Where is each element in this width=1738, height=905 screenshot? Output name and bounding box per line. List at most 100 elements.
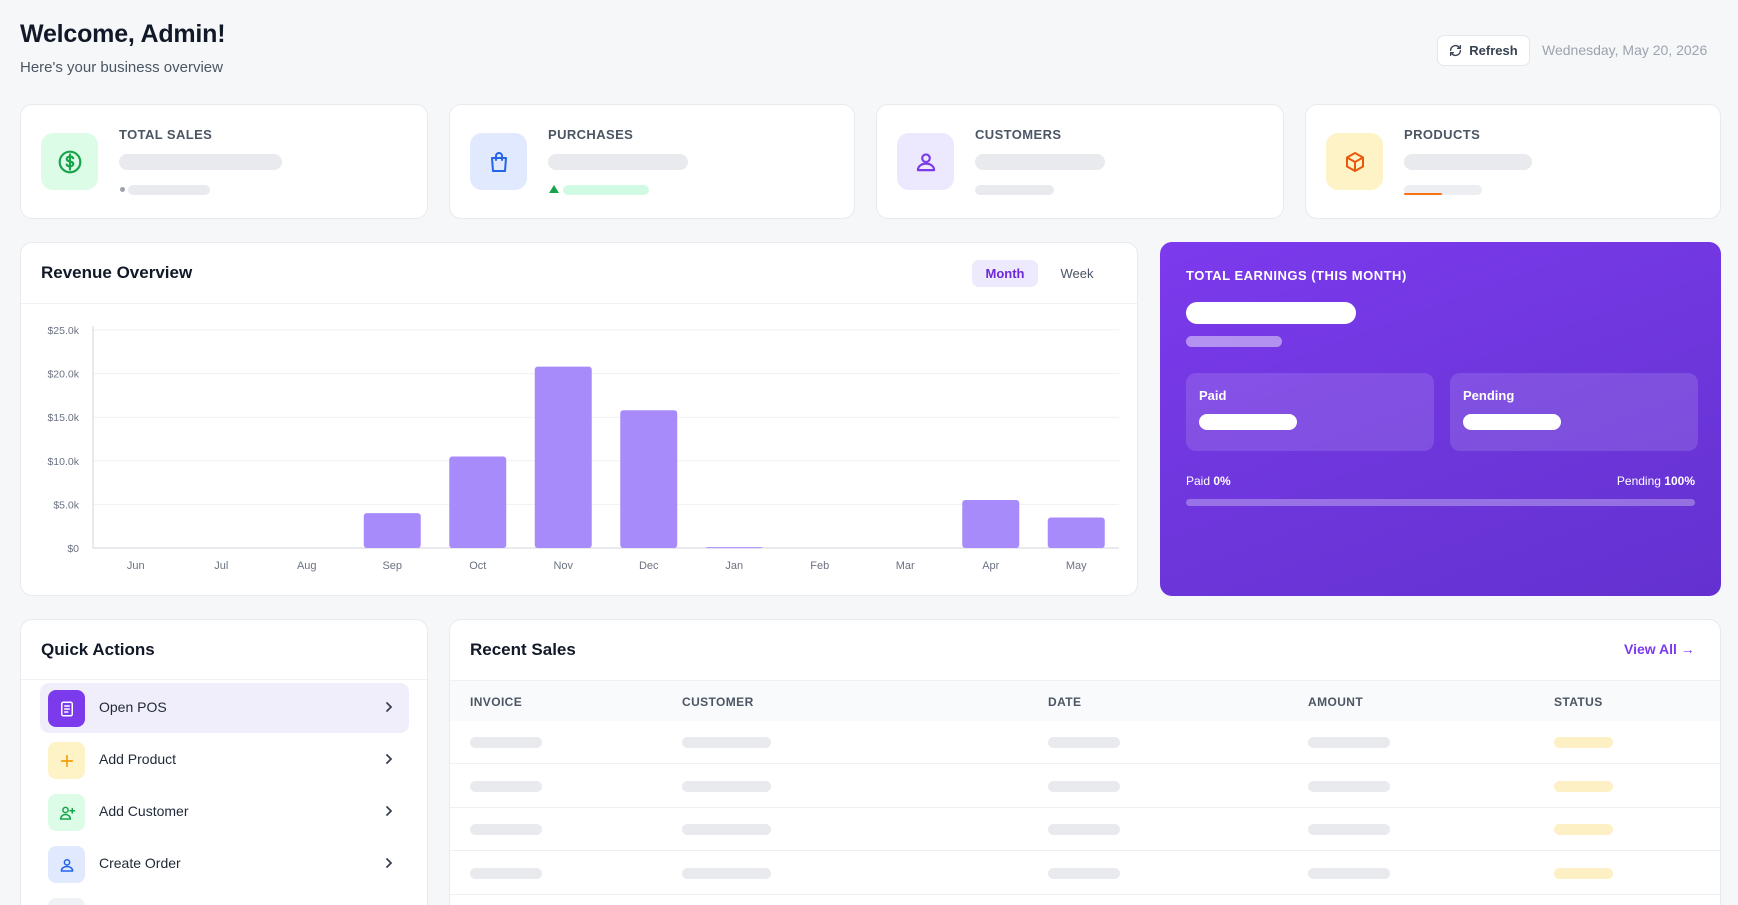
pending-percent-label: Pending 100% xyxy=(1617,474,1695,488)
page-subtitle: Here's your business overview xyxy=(20,59,223,76)
x-tick-label: Apr xyxy=(982,560,999,572)
pending-percent-text: Pending xyxy=(1616,474,1661,488)
cell-placeholder xyxy=(470,824,542,835)
x-tick-label: Mar xyxy=(896,560,915,572)
column-header-status[interactable]: STATUS xyxy=(1554,695,1603,709)
x-tick-label: Oct xyxy=(469,560,486,572)
recent-sales-card: Recent Sales View All → INVOICE CUSTOMER… xyxy=(449,619,1721,905)
stat-label: CUSTOMERS xyxy=(975,127,1062,142)
quick-actions-card: Quick Actions Open POS Add Product Add C… xyxy=(20,619,428,905)
stat-trend-placeholder xyxy=(563,185,649,195)
table-row[interactable] xyxy=(450,852,1720,895)
y-tick-label: $20.0k xyxy=(47,369,79,381)
cell-placeholder xyxy=(1554,737,1613,748)
paid-label: Paid xyxy=(1199,388,1227,403)
x-tick-label: Aug xyxy=(297,560,317,572)
quick-action-open-pos[interactable]: Open POS xyxy=(40,683,409,733)
cell-placeholder xyxy=(1048,737,1120,748)
pos-icon xyxy=(48,690,85,727)
refresh-button[interactable]: Refresh xyxy=(1437,35,1530,66)
cell-placeholder xyxy=(682,780,771,792)
quick-action-add-product[interactable]: Add Product xyxy=(40,735,409,785)
paid-value-placeholder xyxy=(1199,414,1297,430)
revenue-bar xyxy=(620,410,678,548)
table-row[interactable] xyxy=(450,765,1720,808)
revenue-bar xyxy=(705,547,763,549)
cell-placeholder xyxy=(1308,867,1390,879)
column-header-amount[interactable]: AMOUNT xyxy=(1308,695,1363,709)
table-row[interactable] xyxy=(450,808,1720,851)
chevron-right-icon xyxy=(381,699,397,715)
cell-placeholder xyxy=(1048,824,1120,835)
x-tick-label: Sep xyxy=(382,560,402,572)
quick-action-label: Open POS xyxy=(99,699,167,715)
column-header-invoice[interactable]: INVOICE xyxy=(470,695,522,709)
quick-action-more[interactable] xyxy=(40,891,409,905)
page-title: Welcome, Admin! xyxy=(20,20,226,48)
quick-action-add-customer[interactable]: Add Customer xyxy=(40,787,409,837)
quick-actions-title: Quick Actions xyxy=(41,640,155,659)
cell-placeholder xyxy=(1048,780,1120,792)
order-icon xyxy=(48,846,85,883)
trend-accent xyxy=(1404,193,1442,195)
revenue-bar xyxy=(962,500,1020,548)
view-all-link[interactable]: View All → xyxy=(1624,641,1695,657)
stat-card-customers: CUSTOMERS xyxy=(876,104,1284,219)
stat-value-placeholder xyxy=(1404,154,1532,170)
paid-percent-text: Paid xyxy=(1186,474,1211,488)
x-tick-label: Jan xyxy=(725,560,743,572)
trend-up-icon xyxy=(549,185,559,193)
revenue-overview-card: Revenue Overview Month Week $0 $5.0k $10.0… xyxy=(20,242,1138,596)
recent-sales-title: Recent Sales xyxy=(470,640,576,659)
x-tick-label: May xyxy=(1066,560,1087,572)
table-row[interactable] xyxy=(450,721,1720,764)
plus-icon xyxy=(48,742,85,779)
more-icon xyxy=(48,898,85,905)
column-header-customer[interactable]: CUSTOMER xyxy=(682,695,754,709)
cell-placeholder xyxy=(1554,780,1613,792)
pending-label: Pending xyxy=(1463,388,1515,403)
earnings-value-placeholder xyxy=(1186,302,1356,324)
dollar-icon xyxy=(41,133,98,190)
cell-placeholder xyxy=(1308,824,1390,835)
stat-trend-placeholder xyxy=(975,185,1054,195)
x-tick-label: Nov xyxy=(553,560,573,572)
refresh-icon xyxy=(1449,44,1462,57)
paid-percent-value: 0% xyxy=(1213,474,1231,488)
column-header-date[interactable]: DATE xyxy=(1048,695,1081,709)
box-icon xyxy=(1326,133,1383,190)
quick-action-create-order[interactable]: Create Order xyxy=(40,839,409,889)
x-tick-label: Jun xyxy=(127,560,145,572)
cell-placeholder xyxy=(470,867,542,879)
shopping-bag-icon xyxy=(470,133,527,190)
total-earnings-card: TOTAL EARNINGS (THIS MONTH) Paid Pending… xyxy=(1160,242,1721,596)
pending-percent-value: 100% xyxy=(1664,474,1695,488)
stat-label: PRODUCTS xyxy=(1404,127,1481,142)
stat-value-placeholder xyxy=(119,154,282,170)
cell-placeholder xyxy=(1554,867,1613,879)
earnings-title: TOTAL EARNINGS (THIS MONTH) xyxy=(1186,268,1407,283)
x-tick-label: Dec xyxy=(639,560,659,572)
cell-placeholder xyxy=(682,824,771,835)
stat-card-purchases: PURCHASES xyxy=(449,104,855,219)
y-tick-label: $0 xyxy=(67,543,79,555)
revenue-bar xyxy=(449,456,507,548)
x-tick-label: Jul xyxy=(214,560,228,572)
x-tick-label: Feb xyxy=(810,560,829,572)
cell-placeholder xyxy=(1048,867,1120,879)
cell-placeholder xyxy=(682,737,771,748)
stat-card-products: PRODUCTS xyxy=(1305,104,1721,219)
cell-placeholder xyxy=(1308,780,1390,792)
revenue-bar xyxy=(1047,517,1105,548)
revenue-bar xyxy=(363,513,421,548)
trend-dot xyxy=(120,187,125,192)
user-add-icon xyxy=(48,794,85,831)
stat-trend-placeholder xyxy=(128,185,210,195)
paid-box: Paid xyxy=(1186,373,1434,451)
y-tick-label: $5.0k xyxy=(53,499,79,511)
current-date: Wednesday, May 20, 2026 xyxy=(1542,42,1708,58)
earnings-sub-placeholder xyxy=(1186,336,1282,347)
pending-value-placeholder xyxy=(1463,414,1561,430)
quick-action-label: Add Product xyxy=(99,751,177,767)
stat-label: PURCHASES xyxy=(548,127,634,142)
